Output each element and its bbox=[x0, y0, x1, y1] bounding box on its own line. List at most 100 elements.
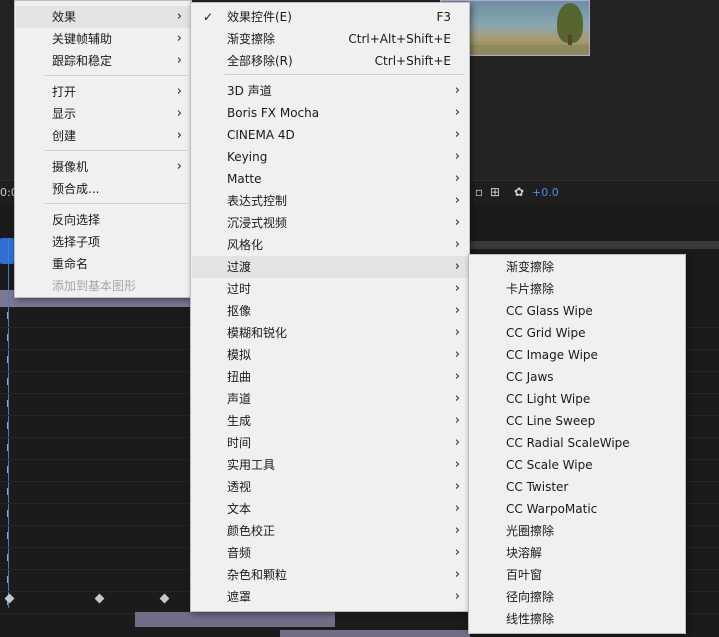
effects-menu-item[interactable]: Keying › bbox=[192, 146, 468, 168]
effects-menu-item[interactable]: 遮罩 › bbox=[192, 586, 468, 608]
layer-in-point-icon[interactable]: I bbox=[6, 444, 11, 454]
layer-in-point-icon[interactable]: I bbox=[6, 400, 11, 410]
layer-in-point-icon[interactable]: I bbox=[6, 510, 11, 520]
effects-menu-item[interactable]: 表达式控制 › bbox=[192, 190, 468, 212]
effects-menu-item[interactable]: 扭曲 › bbox=[192, 366, 468, 388]
transition-menu-item[interactable]: CC Scale Wipe bbox=[470, 454, 684, 476]
graph-editor-icon[interactable]: ⊞ bbox=[488, 185, 502, 199]
main-menu-item[interactable]: 打开 › bbox=[16, 81, 190, 103]
effects-menu-item[interactable]: 文本 › bbox=[192, 498, 468, 520]
transition-menu-item[interactable]: 线性擦除 bbox=[470, 608, 684, 630]
offset-value[interactable]: +0.0 bbox=[532, 186, 559, 199]
menu-item-label: Boris FX Mocha bbox=[227, 106, 320, 120]
layer-in-point-icon[interactable]: I bbox=[6, 466, 11, 476]
layer-in-point-icon[interactable]: I bbox=[6, 554, 11, 564]
menu-item-label: 3D 声道 bbox=[227, 84, 272, 98]
chevron-right-icon: › bbox=[454, 105, 460, 120]
menu-item-label: 添加到基本图形 bbox=[52, 279, 137, 293]
main-menu-item[interactable]: 关键帧辅助 › bbox=[16, 28, 190, 50]
effects-menu-item[interactable]: 杂色和颗粒 › bbox=[192, 564, 468, 586]
transition-menu-item[interactable]: CC Twister bbox=[470, 476, 684, 498]
effects-menu-item[interactable]: 时间 › bbox=[192, 432, 468, 454]
menu-item-label: 渐变擦除 bbox=[227, 32, 276, 46]
layer-in-point-icon[interactable]: I bbox=[6, 488, 11, 498]
layer-in-point-icon[interactable]: I bbox=[6, 422, 11, 432]
layer-in-point-icon[interactable]: I bbox=[6, 576, 11, 586]
menu-item-label: 百叶窗 bbox=[506, 568, 543, 582]
effects-menu-item[interactable]: 3D 声道 › bbox=[192, 80, 468, 102]
transition-menu-item[interactable]: CC Light Wipe bbox=[470, 388, 684, 410]
transition-menu-item[interactable]: 百叶窗 bbox=[470, 564, 684, 586]
chevron-right-icon: › bbox=[454, 479, 460, 494]
menu-item-label: 块溶解 bbox=[506, 546, 543, 560]
layer-in-point-icon[interactable]: I bbox=[6, 312, 11, 322]
menu-item-shortcut: F3 bbox=[436, 10, 451, 24]
menu-item-label: CC Twister bbox=[506, 480, 569, 494]
main-menu-item[interactable]: 预合成... bbox=[16, 178, 190, 200]
main-menu-item[interactable]: 选择子项 bbox=[16, 231, 190, 253]
effects-menu-item[interactable]: 音频 › bbox=[192, 542, 468, 564]
work-area-marker[interactable] bbox=[0, 238, 14, 264]
main-menu-item[interactable]: 跟踪和稳定 › bbox=[16, 50, 190, 72]
menu-item-label: Matte bbox=[227, 172, 262, 186]
transition-menu-item[interactable]: CC Image Wipe bbox=[470, 344, 684, 366]
effects-menu-item[interactable]: 模糊和锐化 › bbox=[192, 322, 468, 344]
menu-separator bbox=[225, 74, 465, 75]
menu-item-label: 时间 bbox=[227, 436, 252, 450]
menu-separator bbox=[45, 75, 187, 76]
main-menu-item[interactable]: 反向选择 bbox=[16, 209, 190, 231]
effects-menu-item[interactable]: Matte › bbox=[192, 168, 468, 190]
transition-menu-item[interactable]: CC Radial ScaleWipe bbox=[470, 432, 684, 454]
snapping-icon[interactable]: ✿ bbox=[512, 185, 526, 199]
effects-menu-item[interactable]: 沉浸式视频 › bbox=[192, 212, 468, 234]
transition-menu-item[interactable]: CC Line Sweep bbox=[470, 410, 684, 432]
effects-menu-item[interactable]: CINEMA 4D › bbox=[192, 124, 468, 146]
effects-menu-item[interactable]: ✓ 效果控件(E) F3 bbox=[192, 6, 468, 28]
transition-menu-item[interactable]: CC Grid Wipe bbox=[470, 322, 684, 344]
effects-menu-item[interactable]: 生成 › bbox=[192, 410, 468, 432]
layer-in-point-icon[interactable]: I bbox=[6, 378, 11, 388]
effects-menu-item[interactable]: 抠像 › bbox=[192, 300, 468, 322]
transition-menu-item[interactable]: 径向擦除 bbox=[470, 586, 684, 608]
main-menu-item[interactable]: 创建 › bbox=[16, 125, 190, 147]
transition-menu-item[interactable]: CC Jaws bbox=[470, 366, 684, 388]
layer-context-menu: 效果 › 关键帧辅助 › 跟踪和稳定 › 打开 › 显示 › 创建 › 摄像机 › 预合成... 反向选择 选择… bbox=[14, 0, 192, 298]
transition-menu-item[interactable]: 渐变擦除 bbox=[470, 256, 684, 278]
main-menu-item[interactable]: 显示 › bbox=[16, 103, 190, 125]
motion-blur-icon[interactable]: ▫ bbox=[472, 185, 486, 199]
menu-item-label: CC Image Wipe bbox=[506, 348, 598, 362]
chevron-right-icon: › bbox=[454, 523, 460, 538]
effects-menu-item[interactable]: 全部移除(R) Ctrl+Shift+E bbox=[192, 50, 468, 72]
layer-in-point-icon[interactable]: I bbox=[6, 334, 11, 344]
chevron-right-icon: › bbox=[454, 457, 460, 472]
menu-item-label: 全部移除(R) bbox=[227, 54, 293, 68]
effects-menu-item[interactable]: 颜色校正 › bbox=[192, 520, 468, 542]
layer-bar[interactable] bbox=[280, 630, 470, 637]
effects-menu-item[interactable]: 过渡 › bbox=[192, 256, 468, 278]
effects-menu-item[interactable]: 透视 › bbox=[192, 476, 468, 498]
effects-menu-item[interactable]: 实用工具 › bbox=[192, 454, 468, 476]
effects-menu-item[interactable]: 模拟 › bbox=[192, 344, 468, 366]
transition-menu-item[interactable]: 卡片擦除 bbox=[470, 278, 684, 300]
transition-menu-item[interactable]: 块溶解 bbox=[470, 542, 684, 564]
menu-item-label: CC Glass Wipe bbox=[506, 304, 593, 318]
chevron-right-icon: › bbox=[176, 53, 182, 68]
main-menu-item[interactable]: 重命名 bbox=[16, 253, 190, 275]
main-menu-item[interactable]: 摄像机 › bbox=[16, 156, 190, 178]
transition-menu-item[interactable]: CC Glass Wipe bbox=[470, 300, 684, 322]
effects-menu-item[interactable]: 风格化 › bbox=[192, 234, 468, 256]
layer-in-point-icon[interactable]: I bbox=[6, 356, 11, 366]
layer-bar[interactable] bbox=[135, 612, 335, 627]
menu-item-label: CC Light Wipe bbox=[506, 392, 591, 406]
effects-menu-item[interactable]: 声道 › bbox=[192, 388, 468, 410]
layer-in-point-icon[interactable]: I bbox=[6, 532, 11, 542]
chevron-right-icon: › bbox=[454, 237, 460, 252]
effects-menu-item[interactable]: Boris FX Mocha › bbox=[192, 102, 468, 124]
transition-menu-item[interactable]: 光圈擦除 bbox=[470, 520, 684, 542]
effects-menu-item[interactable]: 渐变擦除 Ctrl+Alt+Shift+E bbox=[192, 28, 468, 50]
transition-menu-item[interactable]: CC WarpoMatic bbox=[470, 498, 684, 520]
main-menu-item[interactable]: 效果 › bbox=[16, 6, 190, 28]
effects-menu-item[interactable]: 过时 › bbox=[192, 278, 468, 300]
chevron-right-icon: › bbox=[454, 281, 460, 296]
menu-item-label: CC Grid Wipe bbox=[506, 326, 586, 340]
